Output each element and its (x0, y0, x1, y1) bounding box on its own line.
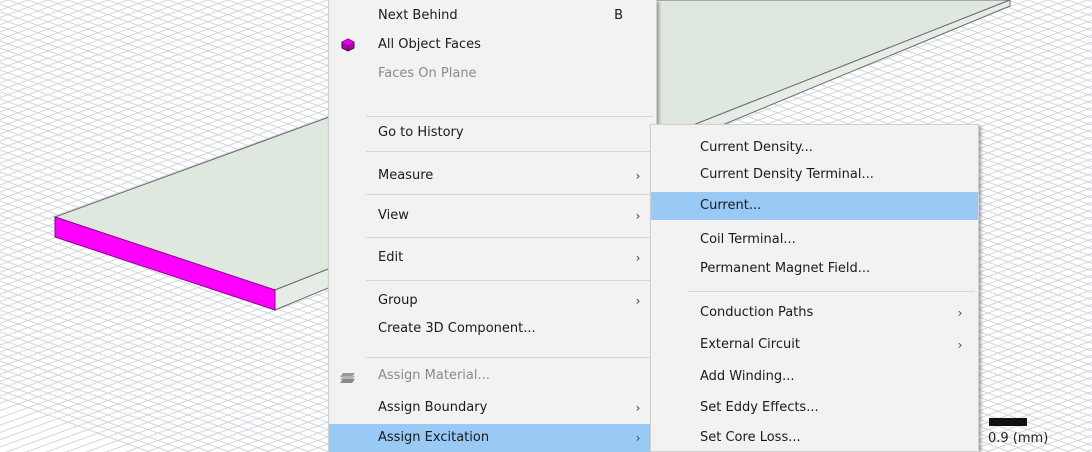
menu-item-label: External Circuit (700, 337, 800, 352)
chevron-right-icon: › (635, 251, 641, 265)
menu-item-label: Coil Terminal... (700, 232, 796, 247)
menu-separator (366, 237, 653, 238)
menu-item-next-behind[interactable]: Next Behind B (329, 3, 656, 29)
menu-separator (366, 151, 653, 152)
menu-item-label: Create 3D Component... (378, 321, 536, 336)
menu-separator (366, 116, 653, 117)
scale-ruler-bar (989, 418, 1027, 426)
submenu-item-coil-terminal[interactable]: Coil Terminal... (651, 227, 978, 253)
chevron-right-icon: › (635, 169, 641, 183)
menu-item-label: Faces On Plane (378, 66, 477, 81)
menu-item-label: Assign Material... (378, 368, 490, 383)
chevron-right-icon: › (957, 306, 963, 320)
menu-item-label: Measure (378, 168, 434, 183)
menu-item-label: Assign Excitation (378, 430, 490, 445)
menu-item-edit[interactable]: Edit › (329, 245, 656, 271)
menu-item-faces-on-plane[interactable]: Faces On Plane (329, 61, 656, 87)
menu-item-label: Go to History (378, 125, 464, 140)
chevron-right-icon: › (957, 338, 963, 352)
menu-separator (366, 194, 653, 195)
menu-item-label: All Object Faces (378, 37, 481, 52)
menu-item-label: Permanent Magnet Field... (700, 261, 871, 276)
menu-item-measure[interactable]: Measure › (329, 163, 656, 189)
menu-item-assign-boundary[interactable]: Assign Boundary › (329, 395, 656, 421)
submenu-item-add-winding[interactable]: Add Winding... (651, 364, 978, 390)
chevron-right-icon: › (635, 401, 641, 415)
menu-item-label: Add Winding... (700, 369, 795, 384)
menu-item-go-to-history[interactable]: Go to History (329, 120, 656, 146)
material-icon (340, 373, 355, 383)
menu-separator (366, 280, 653, 281)
menu-separator (688, 291, 975, 292)
submenu-item-current[interactable]: Current... (651, 192, 978, 220)
menu-item-label: Set Eddy Effects... (700, 400, 819, 415)
scale-ruler-label: 0.9 (mm) (988, 431, 1049, 446)
submenu-item-conduction-paths[interactable]: Conduction Paths › (651, 300, 978, 326)
menu-item-label: Current Density Terminal... (700, 167, 874, 182)
context-menu: Next Behind B All Object Faces Faces On … (328, 0, 657, 452)
submenu-item-permanent-magnet-field[interactable]: Permanent Magnet Field... (651, 256, 978, 282)
menu-item-label: Current... (700, 198, 762, 213)
menu-item-view[interactable]: View › (329, 203, 656, 229)
submenu-item-set-core-loss[interactable]: Set Core Loss... (651, 425, 978, 451)
object-faces-icon (341, 38, 355, 52)
submenu-item-current-density-terminal[interactable]: Current Density Terminal... (651, 162, 978, 188)
submenu-item-set-eddy-effects[interactable]: Set Eddy Effects... (651, 395, 978, 421)
submenu-item-external-circuit[interactable]: External Circuit › (651, 332, 978, 358)
menu-item-label: Set Core Loss... (700, 430, 801, 445)
menu-item-label: Group (378, 293, 418, 308)
submenu-item-current-density[interactable]: Current Density... (651, 135, 978, 161)
menu-item-label: Edit (378, 250, 404, 265)
menu-item-label: Assign Boundary (378, 400, 488, 415)
chevron-right-icon: › (635, 209, 641, 223)
menu-item-assign-excitation[interactable]: Assign Excitation › (329, 424, 656, 452)
menu-item-group[interactable]: Group › (329, 288, 656, 314)
menu-item-create-3d-component[interactable]: Create 3D Component... (329, 316, 656, 342)
chevron-right-icon: › (635, 431, 641, 445)
menu-item-label: Current Density... (700, 140, 813, 155)
excitation-submenu: Current Density... Current Density Termi… (650, 124, 979, 452)
menu-separator (366, 357, 653, 358)
menu-item-label: View (378, 208, 409, 223)
menu-item-label: Next Behind (378, 8, 458, 23)
menu-item-label: Conduction Paths (700, 305, 814, 320)
shortcut-key: B (614, 8, 623, 23)
menu-item-all-object-faces[interactable]: All Object Faces (329, 32, 656, 58)
menu-item-assign-material[interactable]: Assign Material... (329, 363, 656, 389)
chevron-right-icon: › (635, 294, 641, 308)
